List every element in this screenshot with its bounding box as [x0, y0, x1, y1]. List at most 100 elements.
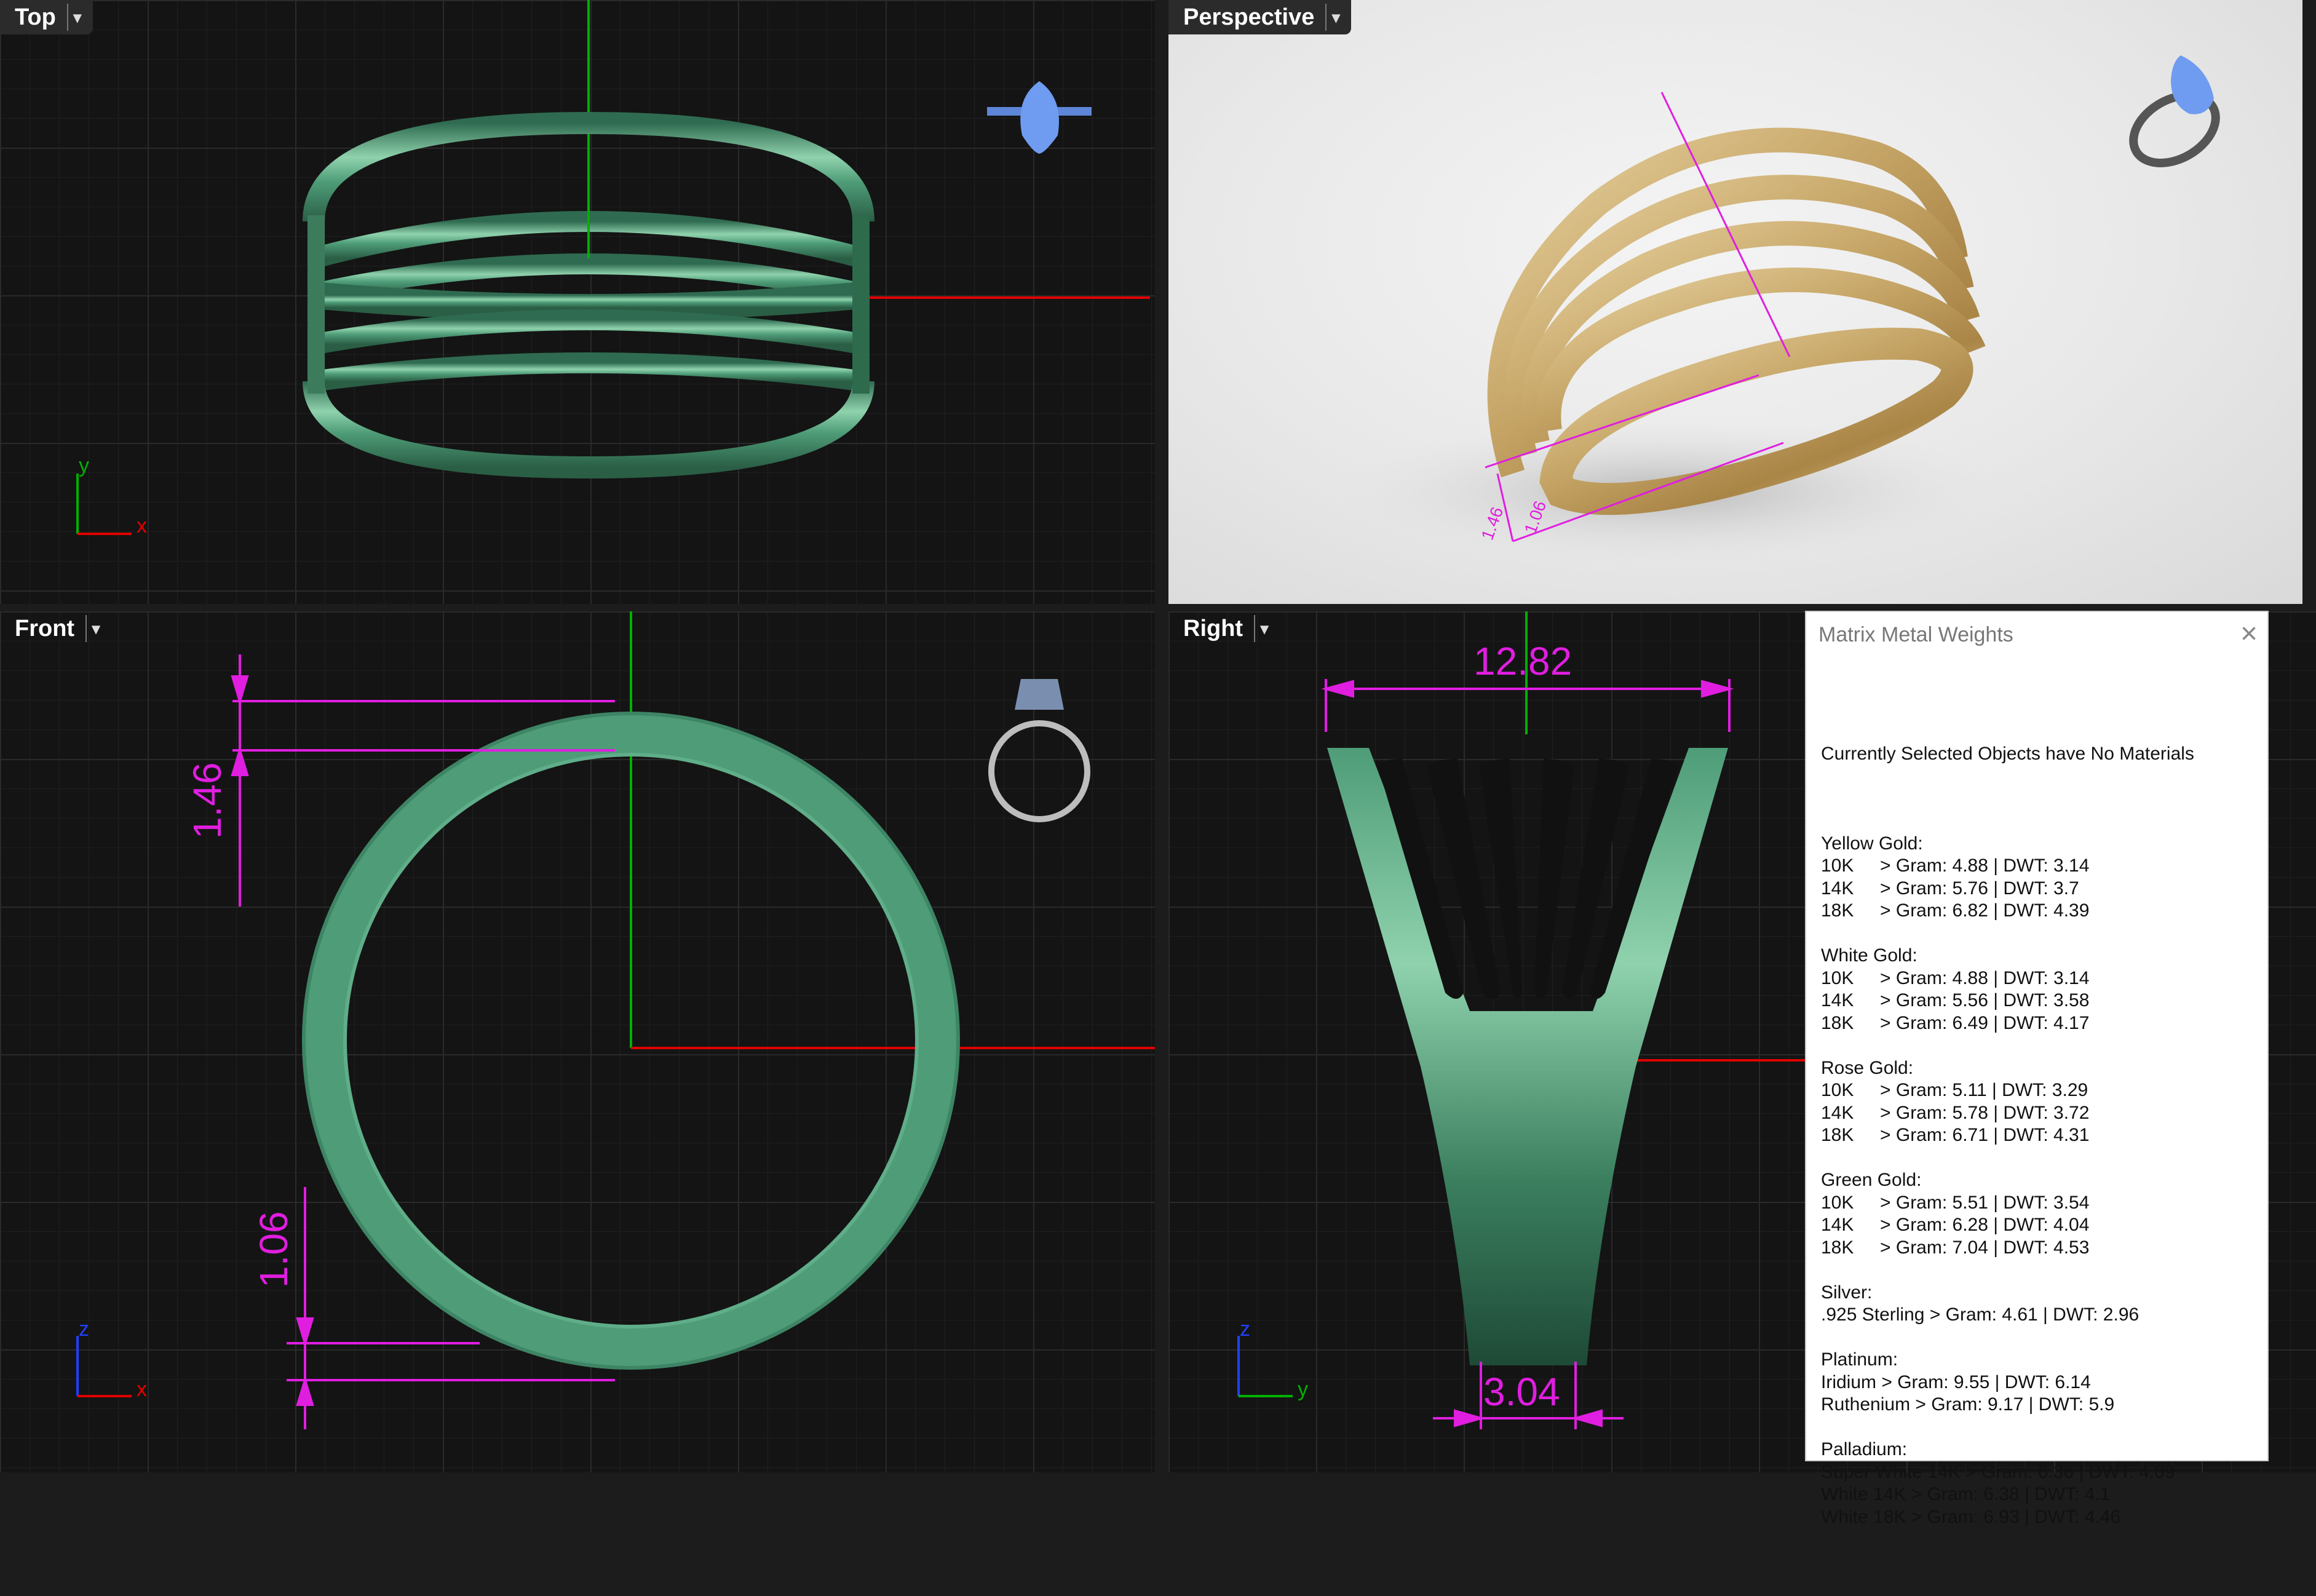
metal-weight-row: 14K > Gram: 5.78 | DWT: 3.72: [1821, 1102, 2260, 1125]
metal-weight-row: 10K > Gram: 4.88 | DWT: 3.14: [1821, 855, 2260, 878]
metal-weight-row: Iridium > Gram: 9.55 | DWT: 6.14: [1821, 1372, 2260, 1394]
weight-value: Iridium > Gram: 9.55 | DWT: 6.14: [1821, 1372, 2091, 1392]
metal-group-title: White Gold:: [1821, 945, 1917, 966]
karat-label: 10K: [1821, 1080, 1854, 1100]
chevron-down-icon[interactable]: ▾: [85, 615, 105, 642]
perspective-view-canvas: 1.46 1.06: [1322, 55, 2220, 566]
metal-group: Silver: .925 Sterling > Gram: 4.61 | DWT:…: [1821, 1282, 2260, 1327]
dimension-label-12-82: 12.82: [1473, 639, 1572, 683]
weight-value: > Gram: 4.88 | DWT: 3.14: [1880, 967, 2090, 988]
metal-weight-row: 18K > Gram: 6.82 | DWT: 4.39: [1821, 900, 2260, 923]
viewport-label: Right: [1183, 615, 1243, 641]
metal-weights-panel[interactable]: Matrix Metal Weights × Currently Selecte…: [1805, 611, 2269, 1527]
viewport-title-perspective[interactable]: Perspective ▾: [1168, 0, 1352, 34]
metal-weight-row: 18K > Gram: 6.71 | DWT: 4.31: [1821, 1124, 2260, 1147]
weight-value: > Gram: 5.76 | DWT: 3.7: [1880, 878, 2079, 899]
axis-y-label: y: [79, 454, 89, 477]
metal-group-title: Rose Gold:: [1821, 1057, 1914, 1078]
weight-value: > Gram: 5.78 | DWT: 3.72: [1880, 1102, 2090, 1123]
metal-group: Rose Gold: 10K > Gram: 5.11 | DWT: 3.29 14K…: [1821, 1057, 2260, 1147]
karat-label: 14K: [1821, 1215, 1854, 1235]
metal-weight-row: 10K > Gram: 4.88 | DWT: 3.14: [1821, 967, 2260, 990]
panel-title: Matrix Metal Weights: [1818, 623, 2013, 646]
weight-value: > Gram: 4.88 | DWT: 3.14: [1880, 856, 2090, 876]
weight-value: > Gram: 6.71 | DWT: 4.31: [1880, 1125, 2090, 1145]
weight-value: > Gram: 6.49 | DWT: 4.17: [1880, 1012, 2090, 1033]
viewport-label: Top: [15, 4, 56, 30]
viewport-title-right[interactable]: Right ▾: [1168, 611, 1280, 646]
karat-label: 18K: [1821, 1237, 1854, 1258]
karat-label: 10K: [1821, 856, 1854, 876]
metal-weight-row: 14K > Gram: 6.28 | DWT: 4.04: [1821, 1214, 2260, 1237]
weight-value: > Gram: 6.28 | DWT: 4.04: [1880, 1215, 2090, 1235]
viewport-label: Perspective: [1183, 4, 1315, 30]
panel-body: Currently Selected Objects have No Mater…: [1821, 698, 2260, 1596]
karat-label: 14K: [1821, 990, 1854, 1010]
axis-z-label: z: [79, 1317, 89, 1341]
chevron-down-icon[interactable]: ▾: [66, 4, 87, 31]
axis-x-label: x: [137, 514, 147, 538]
dimension-label-1-46: 1.46: [185, 762, 229, 839]
metal-weight-row: White 14K > Gram: 6.38 | DWT: 4.1: [1821, 1483, 2260, 1506]
karat-label: 10K: [1821, 1192, 1854, 1213]
metal-weight-row: White 18K > Gram: 6.93 | DWT: 4.46: [1821, 1506, 2260, 1529]
front-ring-thumbnail: [988, 679, 1090, 822]
metal-group: Yellow Gold: 10K > Gram: 4.88 | DWT: 3.14 1…: [1821, 833, 2260, 923]
weight-value: White 14K > Gram: 6.38 | DWT: 4.1: [1821, 1484, 2111, 1504]
karat-label: 14K: [1821, 878, 1854, 899]
dimension-label-3-04: 3.04: [1483, 1370, 1560, 1414]
metal-weight-row: .925 Sterling > Gram: 4.61 | DWT: 2.96: [1821, 1304, 2260, 1327]
weight-value: > Gram: 5.11 | DWT: 3.29: [1880, 1080, 2088, 1100]
axis-indicator-right: [1237, 1336, 1293, 1397]
metal-group-title: Platinum:: [1821, 1349, 1898, 1370]
karat-label: 18K: [1821, 1012, 1854, 1033]
weight-value: .925 Sterling > Gram: 4.61 | DWT: 2.96: [1821, 1304, 2140, 1325]
metal-weight-row: 18K > Gram: 6.49 | DWT: 4.17: [1821, 1012, 2260, 1035]
front-view-canvas: [76, 611, 1155, 1429]
weight-value: > Gram: 7.04 | DWT: 4.53: [1880, 1237, 2090, 1258]
viewport-title-front[interactable]: Front ▾: [0, 611, 111, 646]
dimension-label-1-06: 1.06: [252, 1211, 296, 1288]
metal-weight-row: 14K > Gram: 5.56 | DWT: 3.58: [1821, 990, 2260, 1012]
axis-x-label: x: [137, 1378, 147, 1401]
viewport-title-top[interactable]: Top ▾: [0, 0, 93, 34]
weight-value: > Gram: 5.51 | DWT: 3.54: [1880, 1192, 2090, 1213]
metal-groups: Yellow Gold: 10K > Gram: 4.88 | DWT: 3.14 1…: [1821, 833, 2260, 1529]
karat-label: 10K: [1821, 967, 1854, 988]
viewport-label: Front: [15, 615, 75, 641]
front-dimension-lines: [231, 654, 615, 1429]
metal-group-title: Palladium:: [1821, 1439, 1908, 1459]
top-view-ring-thumbnail: [987, 81, 1092, 154]
metal-group-title: Silver:: [1821, 1282, 1873, 1303]
metal-group-title: Green Gold:: [1821, 1170, 1922, 1190]
weight-value: White 18K > Gram: 6.93 | DWT: 4.46: [1821, 1506, 2121, 1527]
perspective-ring-thumbnail: [2129, 55, 2220, 167]
metal-group: White Gold: 10K > Gram: 4.88 | DWT: 3.14 14…: [1821, 945, 2260, 1034]
metal-weight-row: 10K > Gram: 5.51 | DWT: 3.54: [1821, 1192, 2260, 1215]
chevron-down-icon[interactable]: ▾: [1325, 4, 1345, 31]
metal-group: Green Gold: 10K > Gram: 5.51 | DWT: 3.54 14…: [1821, 1169, 2260, 1259]
axis-indicator-top: [76, 474, 132, 535]
karat-label: 18K: [1821, 1125, 1854, 1145]
close-icon[interactable]: ×: [2240, 617, 2258, 651]
viewport-top[interactable]: y x Top ▾: [0, 0, 1155, 604]
weight-value: Ruthenium > Gram: 9.17 | DWT: 5.9: [1821, 1394, 2115, 1415]
axis-y-label: y: [1298, 1378, 1308, 1401]
karat-label: 14K: [1821, 1102, 1854, 1123]
metal-group: Palladium: Super White 14K > Gram: 6.36 |…: [1821, 1439, 2260, 1528]
weight-value: > Gram: 5.56 | DWT: 3.58: [1880, 990, 2090, 1010]
chevron-down-icon[interactable]: ▾: [1254, 615, 1274, 642]
viewport-front[interactable]: 1.46 1.06 z x Front ▾: [0, 611, 1155, 1472]
axis-z-label: z: [1240, 1317, 1250, 1341]
viewport-perspective[interactable]: 1.46 1.06 Perspective ▾: [1168, 0, 2302, 604]
metal-weight-row: 14K > Gram: 5.76 | DWT: 3.7: [1821, 878, 2260, 900]
metal-group: Platinum: Iridium > Gram: 9.55 | DWT: 6.1…: [1821, 1349, 2260, 1416]
metal-weight-row: Ruthenium > Gram: 9.17 | DWT: 5.9: [1821, 1394, 2260, 1416]
metal-weight-row: 10K > Gram: 5.11 | DWT: 3.29: [1821, 1079, 2260, 1102]
karat-label: 18K: [1821, 900, 1854, 921]
weight-value: > Gram: 6.82 | DWT: 4.39: [1880, 900, 2090, 921]
ring-right-model[interactable]: [1327, 748, 1728, 1365]
metal-weight-row: 18K > Gram: 7.04 | DWT: 4.53: [1821, 1237, 2260, 1260]
top-view-canvas: [76, 0, 1150, 535]
status-message: Currently Selected Objects have No Mater…: [1821, 744, 2194, 764]
